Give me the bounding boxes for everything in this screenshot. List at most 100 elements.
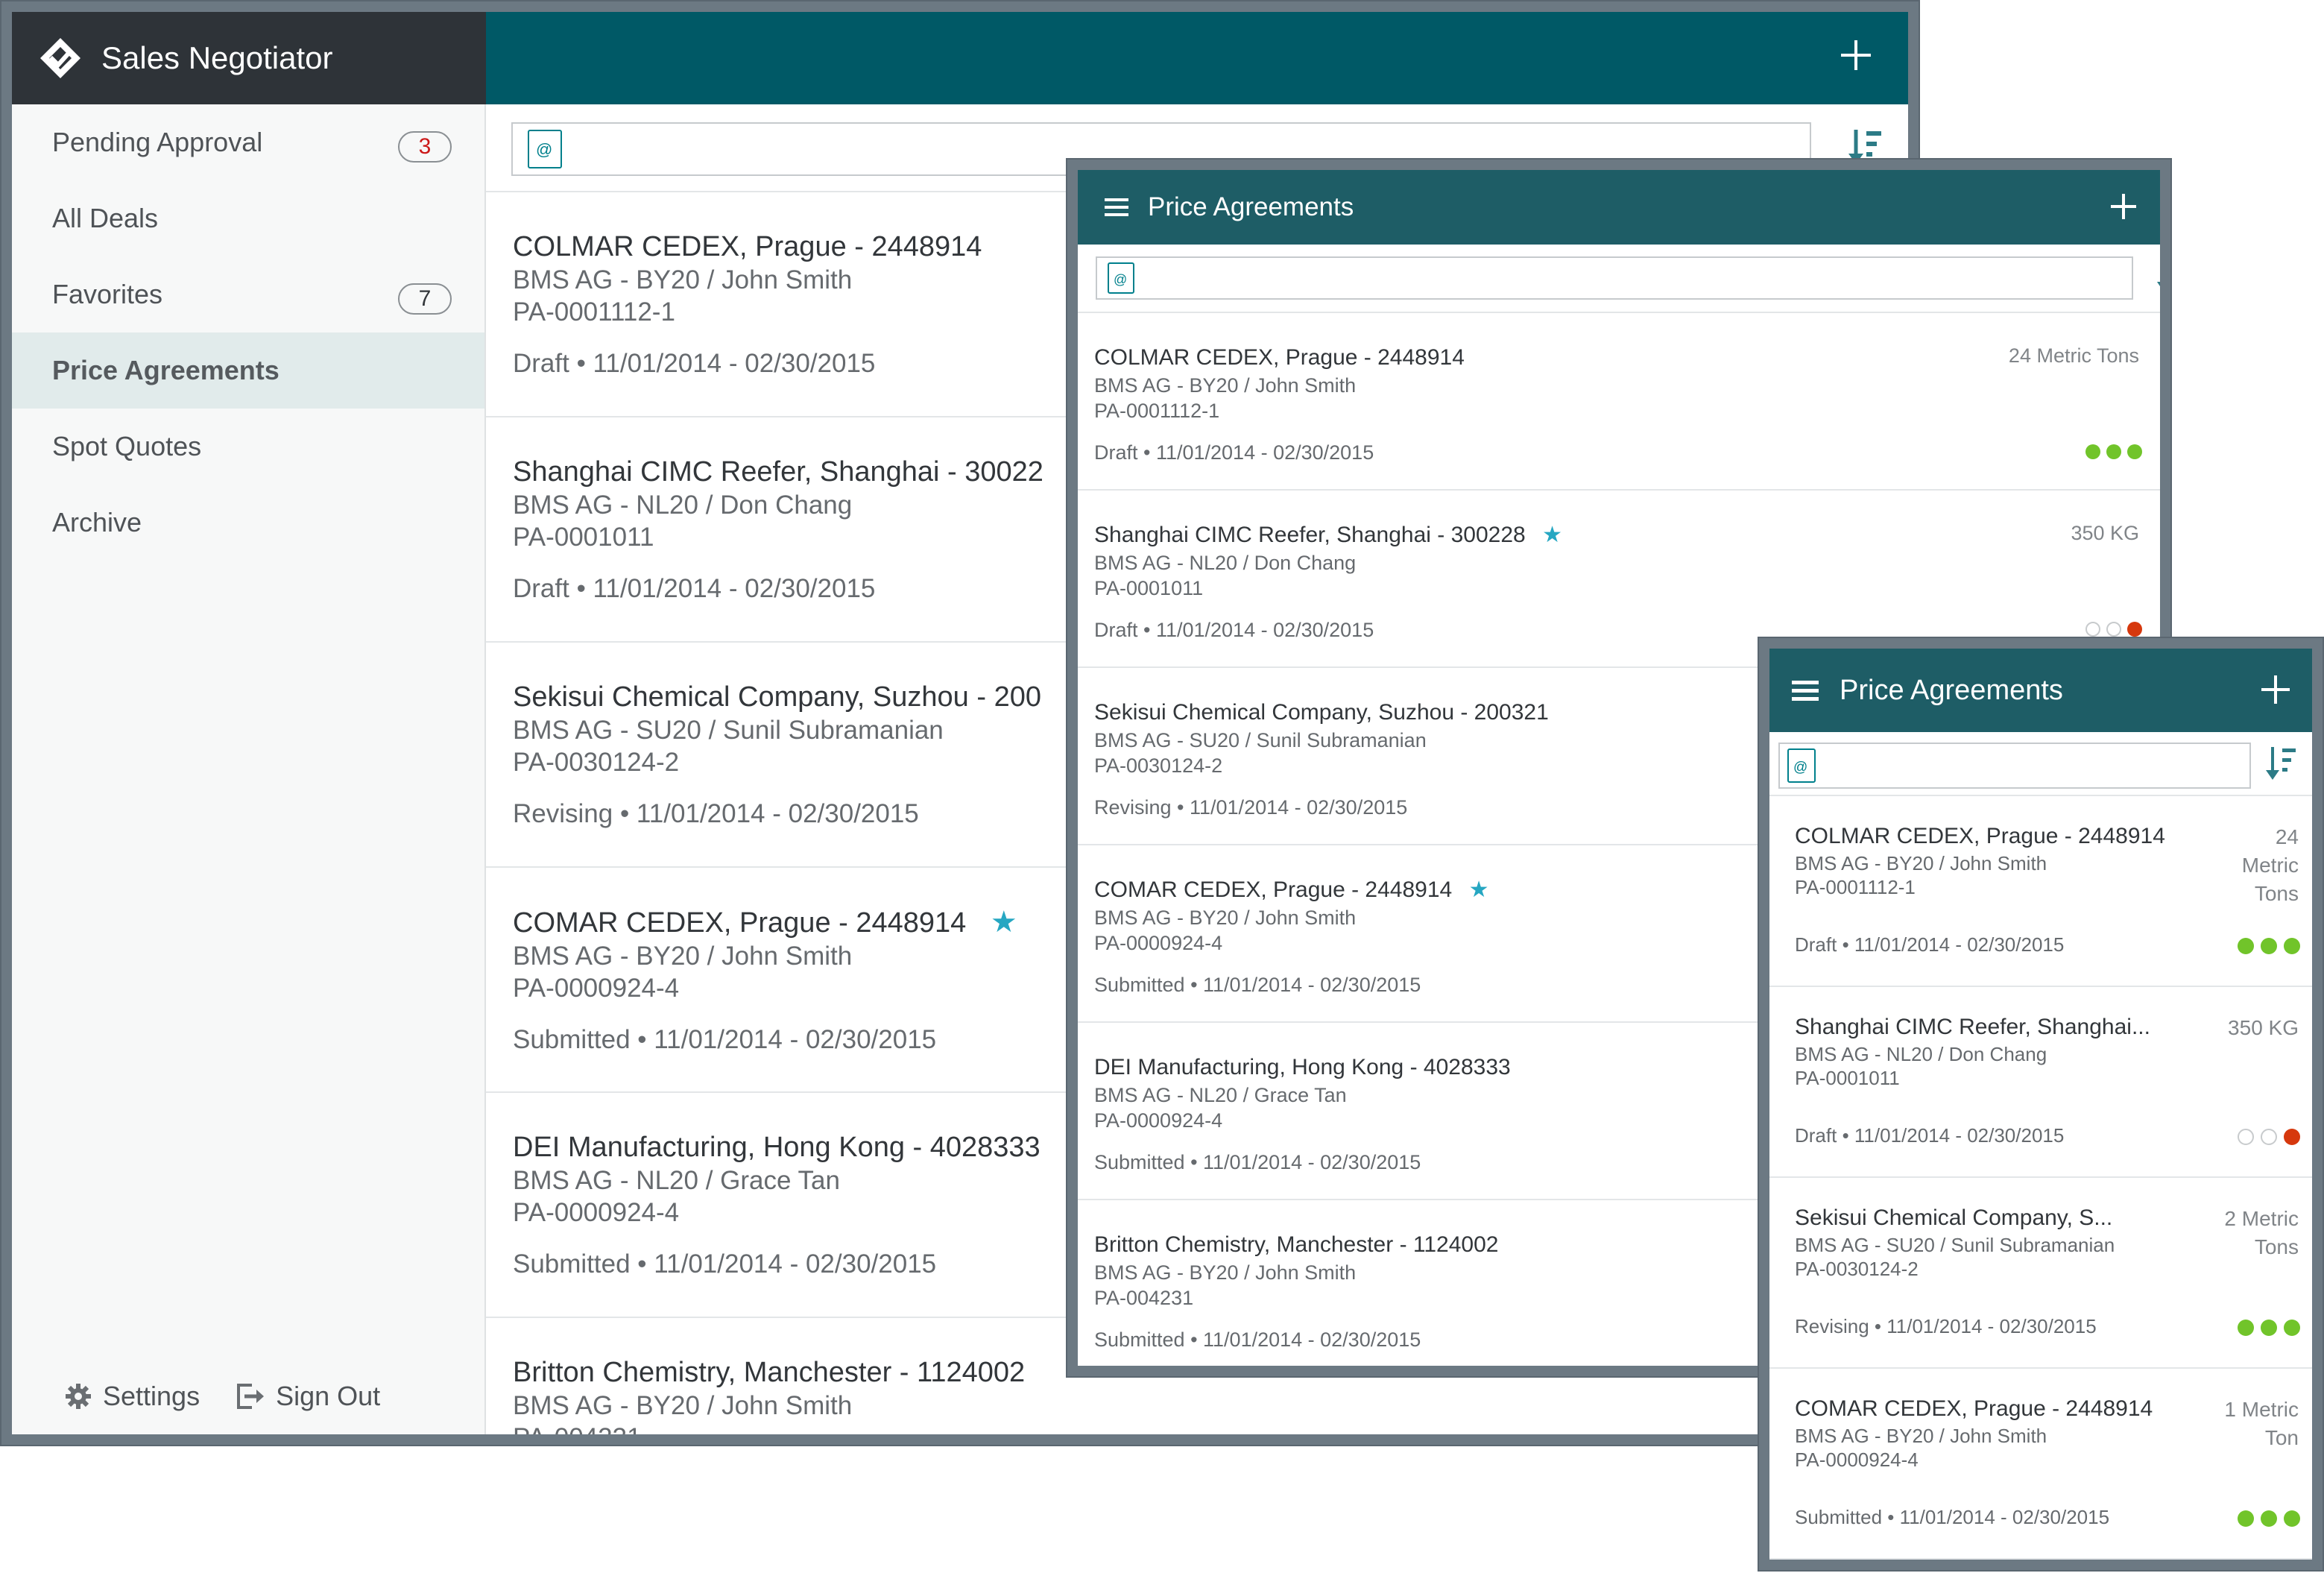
status-dot: [2261, 1510, 2277, 1527]
sort-icon[interactable]: [2156, 259, 2170, 292]
status-dot: [2127, 444, 2142, 459]
contact-book-icon[interactable]: @: [528, 130, 562, 168]
status-indicator: [2231, 1129, 2300, 1145]
item-pa-number: PA-004231: [513, 1423, 642, 1445]
status-dot: [2127, 622, 2142, 637]
add-icon[interactable]: [2109, 192, 2138, 221]
item-title: COMAR CEDEX, Prague - 2448914: [1094, 877, 1453, 902]
status-indicator: [2231, 1320, 2300, 1336]
sidebar-item-label: Price Agreements: [52, 355, 280, 385]
sidebar-item-label: Pending Approval: [52, 127, 263, 157]
status-dot: [2085, 622, 2100, 637]
status-dot: [2261, 1129, 2277, 1145]
item-pa-number: PA-0001011: [1094, 577, 1204, 599]
search-input[interactable]: @: [1778, 743, 2251, 789]
search-bar: @: [1769, 732, 2312, 796]
header-bar: Price Agreements: [1769, 649, 2312, 732]
add-icon[interactable]: [2260, 674, 2291, 705]
status-dot: [2261, 938, 2277, 954]
favorite-star-icon[interactable]: ★: [991, 905, 1017, 939]
page-title: Price Agreements: [1840, 674, 2063, 706]
sidebar-item-label: Archive: [52, 507, 142, 538]
item-subtitle: BMS AG - BY20 / John Smith: [513, 1391, 853, 1420]
sidebar-item-label: Favorites: [52, 279, 163, 309]
status-dot: [2085, 444, 2100, 459]
svg-text:@: @: [1793, 760, 1807, 775]
item-subtitle: BMS AG - BY20 / John Smith: [1094, 374, 1357, 397]
item-title: Shanghai CIMC Reefer, Shanghai - 300228: [1094, 523, 1526, 547]
sort-icon[interactable]: [2264, 745, 2297, 781]
sidebar-item-all-deals[interactable]: All Deals: [12, 180, 484, 256]
status-dot: [2238, 1320, 2254, 1336]
count-badge: 7: [398, 283, 452, 315]
status-dot: [2284, 1129, 2300, 1145]
contact-book-icon[interactable]: @: [1108, 262, 1134, 294]
status-dot: [2238, 938, 2254, 954]
search-input[interactable]: @: [1096, 256, 2133, 300]
gear-icon: [66, 1384, 91, 1409]
item-status: Draft • 11/01/2014 - 02/30/2015: [1094, 441, 1374, 464]
status-indicator: [2231, 1510, 2300, 1527]
sidebar-item-pending-approval[interactable]: Pending Approval 3: [12, 104, 484, 180]
item-pa-number: PA-0001011: [1795, 1067, 1900, 1089]
status-dot: [2284, 1320, 2300, 1336]
menu-icon[interactable]: [1792, 679, 1819, 702]
item-quantity: 2 Metric Tons: [2224, 1207, 2299, 1258]
sidebar-item-archive[interactable]: Archive: [12, 485, 484, 561]
list-pane: @ COLMAR CEDEX, Prague - 2448914 BMS AG …: [1769, 732, 2312, 1560]
sidebar-item-label: All Deals: [52, 203, 159, 233]
item-quantity: 350 KG: [2071, 522, 2139, 544]
app-logo-icon: [40, 38, 80, 78]
sidebar-footer: Settings Sign Out: [64, 1381, 416, 1412]
list-item[interactable]: COLMAR CEDEX, Prague - 2448914 BMS AG - …: [1078, 313, 2160, 491]
sidebar-item-favorites[interactable]: Favorites 7: [12, 256, 484, 332]
count-badge: 3: [398, 131, 452, 163]
list-item[interactable]: Sekisui Chemical Company, S... BMS AG - …: [1769, 1178, 2312, 1369]
item-title-row: Shanghai CIMC Reefer, Shanghai - 300228 …: [1094, 520, 2160, 550]
favorite-star-icon[interactable]: ★: [1542, 520, 1562, 550]
item-title: COMAR CEDEX, Prague - 2448914: [513, 907, 967, 939]
brand-bar: Sales Negotiator: [12, 12, 486, 104]
sidebar-item-spot-quotes[interactable]: Spot Quotes: [12, 409, 484, 485]
sign-out-label: Sign Out: [276, 1381, 381, 1411]
settings-button[interactable]: Settings: [64, 1381, 200, 1412]
top-bar: Sales Negotiator: [12, 12, 1908, 104]
sidebar-item-price-agreements[interactable]: Price Agreements: [12, 332, 484, 409]
status-dot: [2284, 1510, 2300, 1527]
favorite-star-icon[interactable]: ★: [1469, 875, 1489, 905]
list-item[interactable]: COMAR CEDEX, Prague - 2448914 BMS AG - B…: [1769, 1369, 2312, 1560]
svg-text:@: @: [1114, 272, 1127, 287]
item-quantity: 1 Metric Ton: [2224, 1398, 2299, 1449]
svg-text:@: @: [536, 140, 552, 159]
item-pa-number: PA-0001112-1: [1094, 400, 1220, 422]
status-indicator: [2080, 444, 2142, 459]
list-item[interactable]: Shanghai CIMC Reefer, Shanghai... BMS AG…: [1769, 987, 2312, 1178]
status-dot: [2106, 622, 2121, 637]
item-subtitle: BMS AG - NL20 / Don Chang: [1795, 1043, 2047, 1065]
item-quantity: 350 KG: [2228, 1016, 2299, 1039]
status-dot: [2238, 1129, 2254, 1145]
status-indicator: [2231, 938, 2300, 954]
contact-book-icon[interactable]: @: [1787, 748, 1816, 783]
app-name: Sales Negotiator: [101, 40, 333, 75]
search-bar: @: [1078, 245, 2160, 313]
item-quantity: 24 Metric Tons: [2241, 825, 2299, 905]
page-title: Price Agreements: [1148, 192, 1354, 221]
sidebar: Pending Approval 3 All Deals Favorites 7…: [12, 104, 486, 1434]
add-icon[interactable]: [1838, 37, 1874, 73]
item-subtitle: BMS AG - NL20 / Don Chang: [1094, 552, 1357, 574]
item-quantity: 24 Metric Tons: [2008, 344, 2139, 367]
status-dot: [2106, 444, 2121, 459]
phone-app-window: Price Agreements @ COLMAR CEDEX, Prague …: [1759, 638, 2323, 1570]
header-bar: Price Agreements: [1078, 170, 2160, 245]
item-title: COLMAR CEDEX, Prague - 2448914: [1094, 345, 1465, 370]
list-item[interactable]: COLMAR CEDEX, Prague - 2448914 BMS AG - …: [1769, 796, 2312, 987]
status-dot: [2284, 938, 2300, 954]
settings-label: Settings: [103, 1381, 200, 1411]
sidebar-item-label: Spot Quotes: [52, 431, 202, 461]
status-indicator: [2080, 622, 2142, 637]
status-dot: [2238, 1510, 2254, 1527]
menu-icon[interactable]: [1105, 197, 1128, 218]
sign-out-icon: [237, 1384, 265, 1409]
sign-out-button[interactable]: Sign Out: [236, 1381, 380, 1412]
